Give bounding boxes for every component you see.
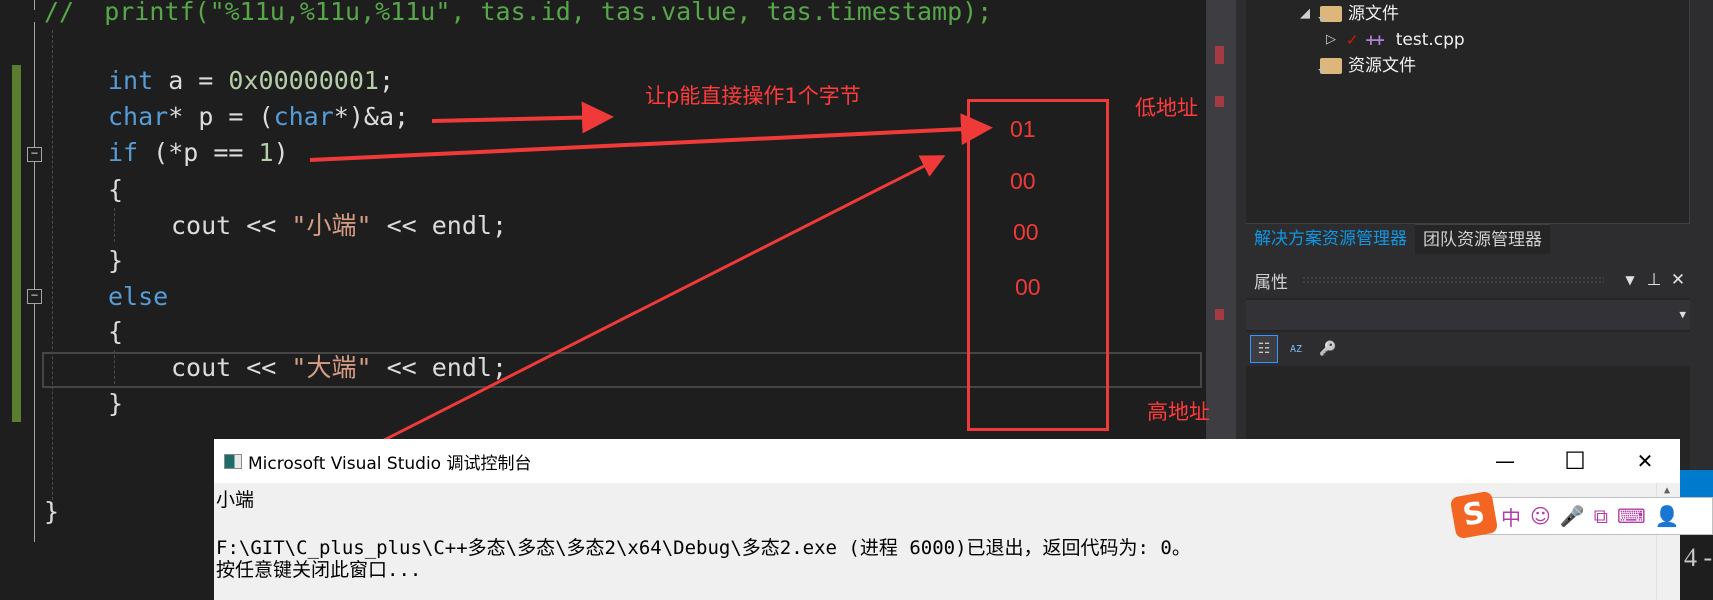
- drag-grip[interactable]: [1302, 276, 1604, 284]
- close-icon[interactable]: ✕: [1666, 270, 1690, 290]
- console-line: 小端: [216, 489, 255, 511]
- sogou-logo-icon[interactable]: S: [1449, 490, 1499, 540]
- change-indicator-bar: [12, 65, 21, 422]
- expand-icon[interactable]: ▷: [1326, 27, 1340, 53]
- properties-header: 属性 ▼ ⊥ ✕: [1246, 262, 1690, 298]
- code-line-brace[interactable]: {: [108, 172, 123, 208]
- chevron-down-icon: ▼: [1679, 308, 1686, 321]
- code-line-cout-little[interactable]: cout << "小端" << endl;: [171, 208, 507, 244]
- fold-line: [34, 22, 35, 542]
- code-line-brace[interactable]: }: [108, 243, 123, 279]
- tab-solution-explorer[interactable]: 解决方案资源管理器: [1246, 224, 1415, 254]
- sogou-ime-toolbar[interactable]: S 中 ☺ 🎤 ⧉ ⌨ 👤: [1449, 490, 1713, 540]
- edge-text: 4 -: [1680, 535, 1713, 600]
- keyword: int: [108, 66, 154, 95]
- console-app-icon: [224, 453, 242, 469]
- code-line-if[interactable]: if (*p == 1): [108, 135, 289, 171]
- properties-toolbar: ☷ AZ 🔑: [1246, 332, 1690, 366]
- code-line-brace[interactable]: {: [108, 314, 123, 350]
- properties-title: 属性: [1254, 272, 1288, 293]
- scroll-marker: [1215, 96, 1224, 107]
- tree-item-label: test.cpp: [1395, 30, 1465, 50]
- code-text: cout <<: [171, 353, 292, 382]
- code-text: << endl;: [371, 211, 507, 240]
- tree-item-label: 资源文件: [1348, 56, 1416, 76]
- tab-team-explorer[interactable]: 团队资源管理器: [1415, 224, 1550, 254]
- code-line-brace[interactable]: }: [44, 494, 59, 530]
- number-literal: 0x00000001: [228, 66, 379, 95]
- pin-icon[interactable]: ⊥: [1642, 270, 1666, 290]
- code-text: cout <<: [171, 211, 292, 240]
- scroll-marker: [1215, 309, 1224, 320]
- console-output[interactable]: 小端 F:\GIT\C_plus_plus\C++多态\多态\多态2\x64\D…: [214, 483, 1656, 600]
- code-line-char[interactable]: char* p = (char*)&a;: [108, 99, 409, 135]
- code-text: (*p ==: [138, 138, 259, 167]
- code-text: ): [273, 138, 289, 167]
- window-position-dropdown-icon[interactable]: ▼: [1618, 273, 1642, 287]
- console-line: 按任意键关闭此窗口...: [216, 559, 422, 581]
- code-line-else[interactable]: else: [108, 279, 168, 315]
- code-text: * p = (: [168, 102, 274, 131]
- maximize-button[interactable]: ☐: [1540, 439, 1610, 483]
- fold-line: [34, 0, 35, 10]
- categorized-view-button[interactable]: ☷: [1250, 335, 1278, 363]
- checked-in-icon: ✓: [1346, 31, 1359, 49]
- indent-guide: [114, 208, 115, 242]
- keyboard-icon[interactable]: ⌨: [1617, 504, 1646, 528]
- tree-item-label: 源文件: [1348, 4, 1399, 24]
- emoji-icon[interactable]: ☺: [1530, 504, 1551, 528]
- number-literal: 1: [258, 138, 274, 167]
- code-text: a =: [153, 66, 229, 95]
- filter-folder-icon: [1318, 6, 1342, 22]
- close-button[interactable]: ✕: [1610, 439, 1680, 483]
- scroll-up-icon[interactable]: ▲: [1664, 485, 1670, 496]
- console-title-bar[interactable]: Microsoft Visual Studio 调试控制台 — ☐ ✕: [214, 439, 1680, 483]
- tree-item-source-files[interactable]: ◢ 源文件: [1300, 1, 1399, 27]
- code-line-cout-big[interactable]: cout << "大端" << endl;: [171, 350, 507, 386]
- fold-toggle-if[interactable]: −: [27, 147, 42, 162]
- collapse-icon[interactable]: ◢: [1300, 1, 1314, 27]
- code-text: ;: [378, 66, 394, 95]
- code-line-brace[interactable]: }: [108, 386, 123, 422]
- user-icon[interactable]: 👤: [1655, 504, 1680, 528]
- scroll-marker: [1215, 46, 1224, 64]
- property-pages-key-icon[interactable]: 🔑: [1314, 335, 1342, 363]
- console-title: Microsoft Visual Studio 调试控制台: [248, 453, 532, 474]
- code-text: *)&a;: [333, 102, 410, 131]
- keyword: char: [108, 102, 169, 131]
- fold-toggle-else[interactable]: −: [27, 289, 42, 304]
- microphone-icon[interactable]: 🎤: [1560, 504, 1585, 528]
- device-icon[interactable]: ⧉: [1594, 504, 1608, 528]
- object-selector-combo[interactable]: ▼: [1246, 300, 1690, 330]
- indent-guide: [52, 30, 53, 520]
- keyword: char: [273, 102, 334, 131]
- chinese-mode-icon[interactable]: 中: [1501, 502, 1521, 531]
- minimize-button[interactable]: —: [1470, 439, 1540, 483]
- explorer-tabs: 解决方案资源管理器 团队资源管理器: [1246, 224, 1690, 254]
- code-line-int[interactable]: int a = 0x00000001;: [108, 63, 394, 99]
- cpp-file-icon: ++: [1364, 31, 1386, 49]
- code-text: << endl;: [371, 353, 507, 382]
- solution-explorer-tree[interactable]: ◢ 源文件 ▷ ✓ ++ test.cpp 资源文件: [1246, 0, 1690, 224]
- alphabetical-sort-button[interactable]: AZ: [1282, 335, 1310, 363]
- code-line-comment[interactable]: // printf("%11u,%11u,%11u", tas.id, tas.…: [44, 0, 992, 30]
- keyword: if: [108, 138, 139, 167]
- tree-item-resource-files[interactable]: 资源文件: [1318, 53, 1416, 79]
- filter-folder-icon: [1318, 58, 1342, 74]
- tree-item-test-cpp[interactable]: ▷ ✓ ++ test.cpp: [1326, 27, 1465, 53]
- string-literal: "大端": [291, 353, 372, 382]
- string-literal: "小端": [291, 211, 372, 240]
